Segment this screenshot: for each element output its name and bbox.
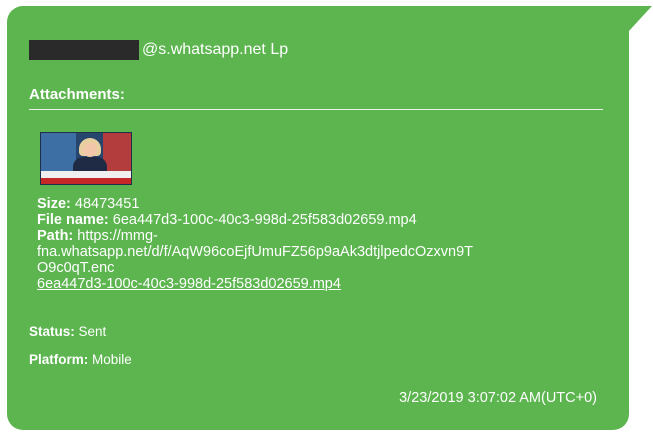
attachment-details: Size: 48473451 File name: 6ea447d3-100c-…	[37, 196, 597, 292]
status-label: Status:	[29, 324, 75, 339]
bubble-tail	[628, 6, 652, 32]
size-value: 48473451	[74, 196, 140, 212]
platform-row: Platform: Mobile	[29, 352, 132, 367]
size-label: Size:	[37, 196, 71, 212]
divider	[29, 109, 603, 110]
attachment-link[interactable]: 6ea447d3-100c-40c3-998d-25f583d02659.mp4	[37, 276, 597, 292]
message-timestamp: 3/23/2019 3:07:02 AM(UTC+0)	[399, 390, 597, 406]
size-row: Size: 48473451	[37, 196, 597, 212]
file-name-value: 6ea447d3-100c-40c3-998d-25f583d02659.mp4	[112, 212, 417, 228]
file-name-label: File name:	[37, 212, 109, 228]
status-row: Status: Sent	[29, 324, 106, 339]
attachments-heading: Attachments:	[29, 86, 125, 103]
path-line-3: O9c0qT.enc	[37, 260, 115, 276]
path-row: Path: https://mmg-	[37, 228, 597, 244]
message-bubble: @s.whatsapp.net Lp Attachments: Size: 48…	[7, 6, 629, 430]
sender-address: @s.whatsapp.net Lp	[142, 41, 289, 58]
status-value: Sent	[78, 324, 107, 339]
path-label: Path:	[37, 228, 74, 244]
video-thumbnail[interactable]	[40, 132, 132, 185]
file-name-row: File name: 6ea447d3-100c-40c3-998d-25f58…	[37, 212, 597, 228]
path-line-2: fna.whatsapp.net/d/f/AqW96coEjfUmuFZ56p9…	[37, 244, 474, 260]
path-line-1: https://mmg-	[77, 228, 158, 244]
platform-label: Platform:	[29, 352, 89, 367]
sender-line: @s.whatsapp.net Lp	[29, 40, 288, 60]
platform-value: Mobile	[92, 352, 132, 367]
redacted-phone-number	[29, 40, 139, 60]
